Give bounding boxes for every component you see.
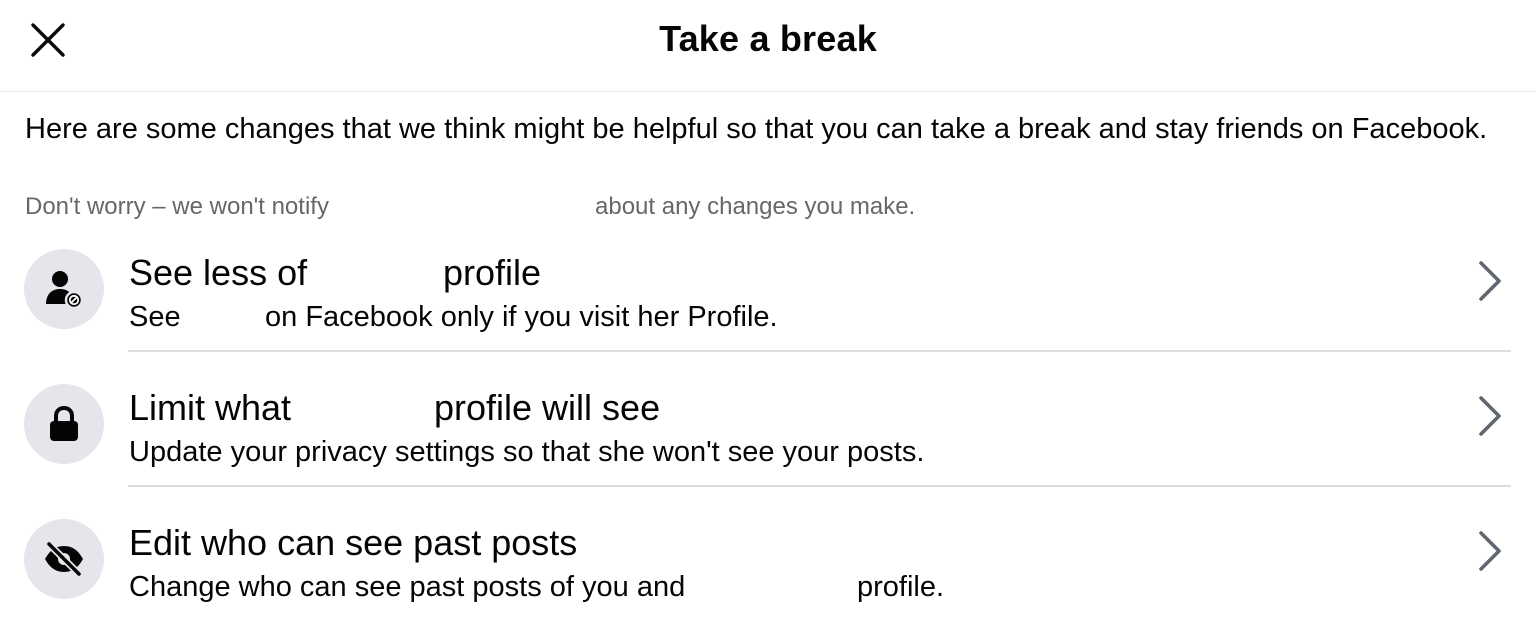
option-subtitle-part1: Change who can see past posts of you and [129,571,686,603]
option-icon-container [24,519,104,599]
person-hidden-icon [46,271,84,310]
divider [128,485,1511,487]
option-subtitle: Update your privacy settings so that she… [129,436,925,468]
option-title-part2: profile will see [434,387,661,428]
page-title: Take a break [659,18,877,59]
option-edit-past-posts[interactable]: Edit who can see past posts Change who c… [0,505,1536,640]
option-title-part1: See less of [129,252,308,293]
option-subtitle-part2: on Facebook only if you visit her Profil… [265,301,778,333]
notice-text-part1: Don't worry – we won't notify [25,193,329,219]
eye-slash-icon [45,540,83,578]
option-subtitle-part2: profile. [857,571,945,603]
option-icon-container [24,384,104,464]
divider [128,350,1511,352]
option-title-part2: profile [443,252,542,293]
notice-text-part2: about any changes you make. [595,193,916,219]
intro-text: Here are some changes that we think migh… [25,113,1488,145]
chevron-right-icon [1479,531,1501,571]
chevron-right-icon [1479,396,1501,436]
lock-icon [50,405,78,441]
option-icon-container [24,249,104,329]
chevron-right-icon [1479,261,1501,301]
option-title-part1: Limit what [129,387,292,428]
header-bar: Take a break [0,0,1536,92]
option-title: Edit who can see past posts [129,522,578,563]
option-subtitle-part1: See [129,301,181,333]
